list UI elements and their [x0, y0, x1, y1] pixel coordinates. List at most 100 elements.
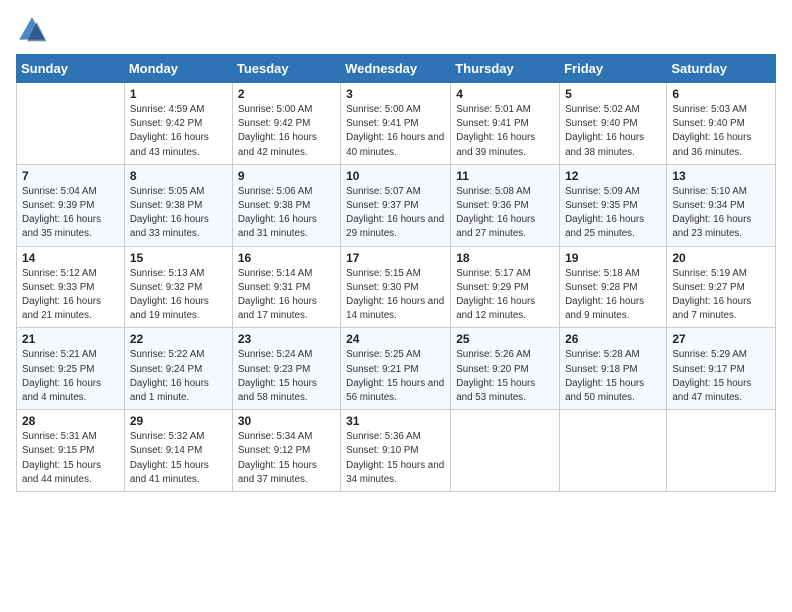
calendar-week-3: 14Sunrise: 5:12 AM Sunset: 9:33 PM Dayli…	[17, 246, 776, 328]
calendar-cell: 12 Sunrise: 5:09 AM Sunset: 9:35 PM Dayli…	[560, 164, 667, 246]
day-info: Sunrise: 5:04 AM Sunset: 9:39 PM Dayligh…	[22, 185, 119, 242]
day-info: Sunrise: 5:08 AM Sunset: 9:36 PM Dayligh…	[456, 185, 554, 242]
calendar-cell: 27 Sunrise: 5:29 AM Sunset: 9:17 PM Dayli…	[667, 328, 776, 410]
calendar-week-2: 7 Sunrise: 5:04 AM Sunset: 9:39 PM Daylig…	[17, 164, 776, 246]
day-info: Sunrise: 5:02 AM Sunset: 9:40 PM Dayligh…	[565, 103, 661, 160]
header	[16, 10, 776, 46]
day-info: Sunrise: 5:29 AM Sunset: 9:17 PM Dayligh…	[672, 348, 770, 405]
day-number: 21	[22, 332, 119, 346]
day-info: Sunrise: 5:19 AM Sunset: 9:27 PM Dayligh…	[672, 267, 770, 324]
day-number: 7	[22, 169, 119, 183]
day-info: Sunrise: 5:24 AM Sunset: 9:23 PM Dayligh…	[238, 348, 335, 405]
day-number: 2	[238, 87, 335, 101]
day-number: 4	[456, 87, 554, 101]
calendar-cell	[667, 410, 776, 492]
calendar-cell	[560, 410, 667, 492]
day-info: Sunrise: 5:17 AM Sunset: 9:29 PM Dayligh…	[456, 267, 554, 324]
calendar-cell: 28 Sunrise: 5:31 AM Sunset: 9:15 PM Dayli…	[17, 410, 125, 492]
day-number: 18	[456, 251, 554, 265]
day-number: 23	[238, 332, 335, 346]
calendar-cell: 26 Sunrise: 5:28 AM Sunset: 9:18 PM Dayli…	[560, 328, 667, 410]
day-number: 26	[565, 332, 661, 346]
calendar-cell: 11Sunrise: 5:08 AM Sunset: 9:36 PM Dayli…	[451, 164, 560, 246]
calendar-table: SundayMondayTuesdayWednesdayThursdayFrid…	[16, 54, 776, 492]
calendar-cell: 18 Sunrise: 5:17 AM Sunset: 9:29 PM Dayli…	[451, 246, 560, 328]
calendar-cell: 19 Sunrise: 5:18 AM Sunset: 9:28 PM Dayli…	[560, 246, 667, 328]
day-info: Sunrise: 5:26 AM Sunset: 9:20 PM Dayligh…	[456, 348, 554, 405]
day-info: Sunrise: 5:07 AM Sunset: 9:37 PM Dayligh…	[346, 185, 445, 242]
calendar-cell: 1 Sunrise: 4:59 AM Sunset: 9:42 PM Daylig…	[124, 83, 232, 165]
calendar-page: SundayMondayTuesdayWednesdayThursdayFrid…	[0, 0, 792, 612]
col-header-friday: Friday	[560, 55, 667, 83]
day-number: 28	[22, 414, 119, 428]
day-info: Sunrise: 5:34 AM Sunset: 9:12 PM Dayligh…	[238, 430, 335, 487]
calendar-cell: 24 Sunrise: 5:25 AM Sunset: 9:21 PM Dayli…	[341, 328, 451, 410]
day-info: Sunrise: 5:05 AM Sunset: 9:38 PM Dayligh…	[130, 185, 227, 242]
calendar-cell: 5 Sunrise: 5:02 AM Sunset: 9:40 PM Daylig…	[560, 83, 667, 165]
col-header-wednesday: Wednesday	[341, 55, 451, 83]
day-number: 15	[130, 251, 227, 265]
day-info: Sunrise: 5:25 AM Sunset: 9:21 PM Dayligh…	[346, 348, 445, 405]
day-number: 9	[238, 169, 335, 183]
calendar-cell: 2 Sunrise: 5:00 AM Sunset: 9:42 PM Daylig…	[232, 83, 340, 165]
day-number: 6	[672, 87, 770, 101]
day-number: 10	[346, 169, 445, 183]
calendar-header-row: SundayMondayTuesdayWednesdayThursdayFrid…	[17, 55, 776, 83]
calendar-cell: 22 Sunrise: 5:22 AM Sunset: 9:24 PM Dayli…	[124, 328, 232, 410]
day-info: Sunrise: 5:28 AM Sunset: 9:18 PM Dayligh…	[565, 348, 661, 405]
day-info: Sunrise: 5:21 AM Sunset: 9:25 PM Dayligh…	[22, 348, 119, 405]
calendar-cell: 29 Sunrise: 5:32 AM Sunset: 9:14 PM Dayli…	[124, 410, 232, 492]
calendar-cell: 20 Sunrise: 5:19 AM Sunset: 9:27 PM Dayli…	[667, 246, 776, 328]
day-info: Sunrise: 5:32 AM Sunset: 9:14 PM Dayligh…	[130, 430, 227, 487]
day-info: Sunrise: 5:13 AM Sunset: 9:32 PM Dayligh…	[130, 267, 227, 324]
col-header-thursday: Thursday	[451, 55, 560, 83]
calendar-week-4: 21 Sunrise: 5:21 AM Sunset: 9:25 PM Dayli…	[17, 328, 776, 410]
col-header-tuesday: Tuesday	[232, 55, 340, 83]
calendar-week-1: 1 Sunrise: 4:59 AM Sunset: 9:42 PM Daylig…	[17, 83, 776, 165]
calendar-cell: 23 Sunrise: 5:24 AM Sunset: 9:23 PM Dayli…	[232, 328, 340, 410]
calendar-cell: 17 Sunrise: 5:15 AM Sunset: 9:30 PM Dayli…	[341, 246, 451, 328]
day-number: 22	[130, 332, 227, 346]
calendar-cell: 8 Sunrise: 5:05 AM Sunset: 9:38 PM Daylig…	[124, 164, 232, 246]
calendar-cell: 25 Sunrise: 5:26 AM Sunset: 9:20 PM Dayli…	[451, 328, 560, 410]
calendar-week-5: 28 Sunrise: 5:31 AM Sunset: 9:15 PM Dayli…	[17, 410, 776, 492]
day-info: Sunrise: 5:01 AM Sunset: 9:41 PM Dayligh…	[456, 103, 554, 160]
day-info: Sunrise: 5:18 AM Sunset: 9:28 PM Dayligh…	[565, 267, 661, 324]
day-info: Sunrise: 5:10 AM Sunset: 9:34 PM Dayligh…	[672, 185, 770, 242]
day-number: 19	[565, 251, 661, 265]
calendar-cell	[17, 83, 125, 165]
day-info: Sunrise: 5:06 AM Sunset: 9:38 PM Dayligh…	[238, 185, 335, 242]
day-info: Sunrise: 5:00 AM Sunset: 9:42 PM Dayligh…	[238, 103, 335, 160]
day-info: Sunrise: 5:15 AM Sunset: 9:30 PM Dayligh…	[346, 267, 445, 324]
calendar-cell: 3Sunrise: 5:00 AM Sunset: 9:41 PM Daylig…	[341, 83, 451, 165]
day-info: Sunrise: 5:09 AM Sunset: 9:35 PM Dayligh…	[565, 185, 661, 242]
day-number: 30	[238, 414, 335, 428]
day-number: 17	[346, 251, 445, 265]
day-info: Sunrise: 5:31 AM Sunset: 9:15 PM Dayligh…	[22, 430, 119, 487]
day-number: 25	[456, 332, 554, 346]
day-info: Sunrise: 5:36 AM Sunset: 9:10 PM Dayligh…	[346, 430, 445, 487]
calendar-cell: 21 Sunrise: 5:21 AM Sunset: 9:25 PM Dayli…	[17, 328, 125, 410]
day-info: Sunrise: 5:14 AM Sunset: 9:31 PM Dayligh…	[238, 267, 335, 324]
day-info: Sunrise: 5:22 AM Sunset: 9:24 PM Dayligh…	[130, 348, 227, 405]
day-number: 14	[22, 251, 119, 265]
day-info: Sunrise: 4:59 AM Sunset: 9:42 PM Dayligh…	[130, 103, 227, 160]
calendar-cell: 31 Sunrise: 5:36 AM Sunset: 9:10 PM Dayli…	[341, 410, 451, 492]
calendar-cell: 16Sunrise: 5:14 AM Sunset: 9:31 PM Dayli…	[232, 246, 340, 328]
day-number: 24	[346, 332, 445, 346]
day-number: 1	[130, 87, 227, 101]
day-info: Sunrise: 5:00 AM Sunset: 9:41 PM Dayligh…	[346, 103, 445, 160]
logo-icon	[16, 14, 48, 46]
day-number: 5	[565, 87, 661, 101]
day-number: 27	[672, 332, 770, 346]
calendar-cell: 4 Sunrise: 5:01 AM Sunset: 9:41 PM Daylig…	[451, 83, 560, 165]
logo	[16, 14, 52, 46]
day-number: 29	[130, 414, 227, 428]
day-number: 12	[565, 169, 661, 183]
day-number: 20	[672, 251, 770, 265]
calendar-cell: 30 Sunrise: 5:34 AM Sunset: 9:12 PM Dayli…	[232, 410, 340, 492]
calendar-cell: 14Sunrise: 5:12 AM Sunset: 9:33 PM Dayli…	[17, 246, 125, 328]
col-header-saturday: Saturday	[667, 55, 776, 83]
day-number: 8	[130, 169, 227, 183]
day-number: 31	[346, 414, 445, 428]
